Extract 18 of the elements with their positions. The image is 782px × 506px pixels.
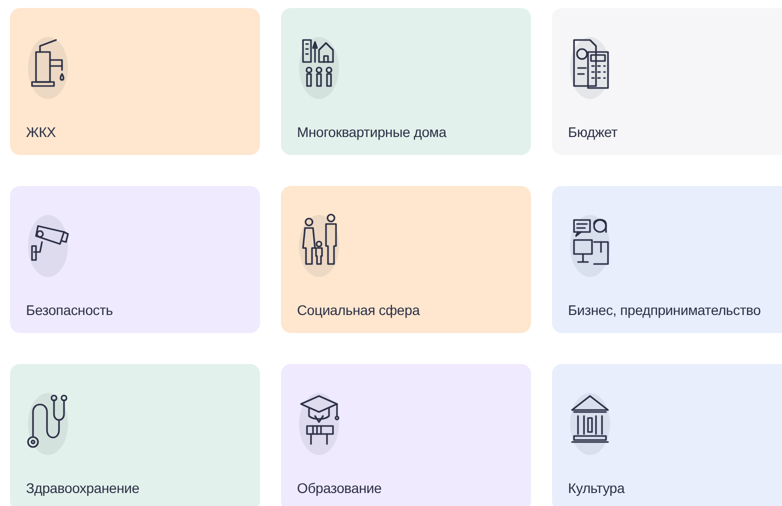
category-label: Образование: [297, 479, 383, 498]
category-card[interactable]: ЖКХ: [10, 8, 260, 155]
category-label: Социальная сфера: [297, 301, 421, 320]
category-card[interactable]: Многоквартирные дома: [281, 8, 531, 155]
category-label: Многоквартирные дома: [297, 123, 448, 142]
category-card[interactable]: Здравоохранение: [10, 364, 260, 506]
category-label: Бюджет: [568, 123, 618, 142]
category-label: Безопасность: [26, 301, 114, 320]
category-card[interactable]: Образование: [281, 364, 531, 506]
category-label: Бизнес, предпринимательство: [568, 301, 762, 320]
category-card[interactable]: Социальная сфера: [281, 186, 531, 333]
category-card[interactable]: Бюджет: [552, 8, 782, 155]
category-label: Здравоохранение: [26, 479, 140, 498]
category-label: Культура: [568, 479, 626, 498]
category-label: ЖКХ: [26, 123, 57, 142]
category-card[interactable]: Бизнес, предпринимательство: [552, 186, 782, 333]
category-card[interactable]: Безопасность: [10, 186, 260, 333]
category-card[interactable]: Культура: [552, 364, 782, 506]
